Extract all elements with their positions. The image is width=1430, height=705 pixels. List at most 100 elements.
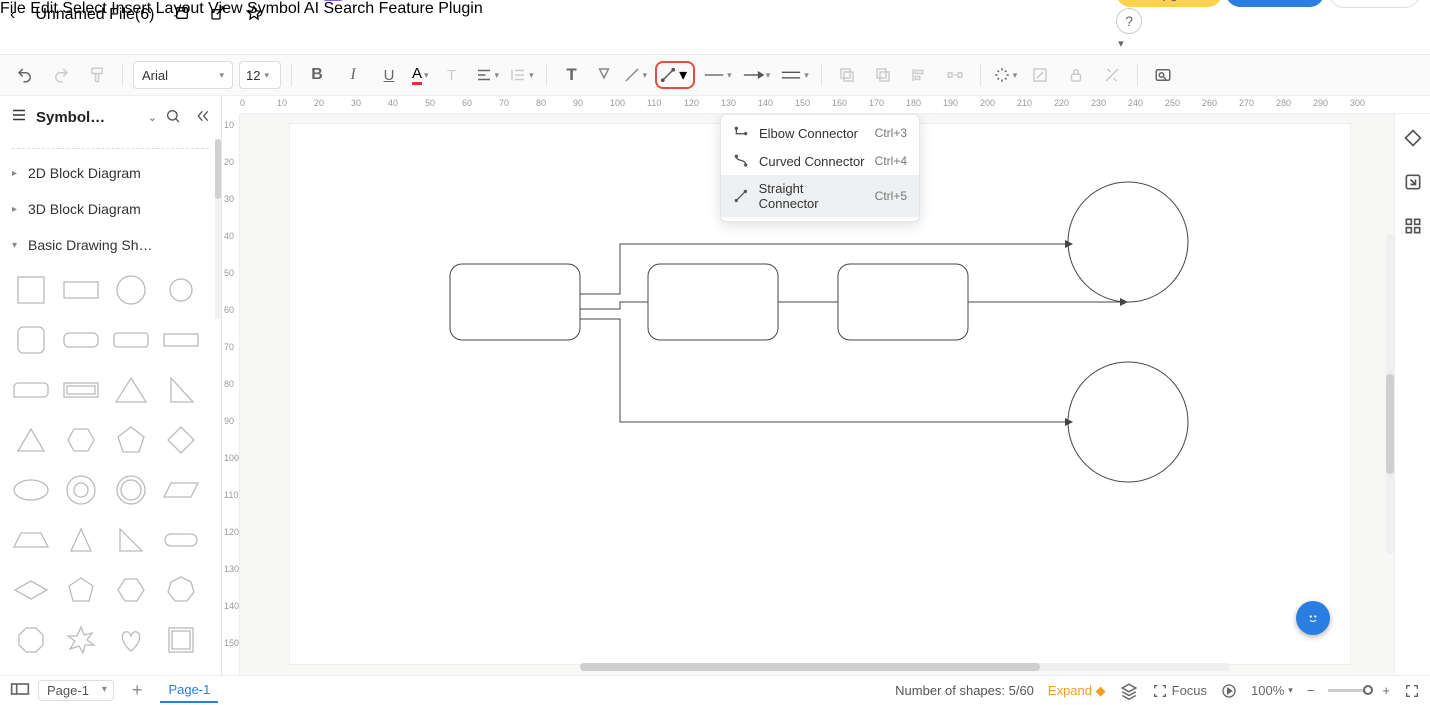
shape-hexagon[interactable] [108, 567, 154, 613]
line-jump-icon[interactable]: ▾ [778, 66, 811, 84]
align-objects-icon[interactable] [904, 60, 934, 90]
underline-icon[interactable]: U [374, 60, 404, 90]
shape-triangle-narrow[interactable] [58, 517, 104, 563]
bring-forward-icon[interactable] [832, 60, 862, 90]
shape-round-tab[interactable] [8, 367, 54, 413]
shape-heptagon[interactable] [158, 567, 204, 613]
zoom-slider[interactable] [1328, 689, 1368, 692]
shape-circle[interactable] [108, 267, 154, 313]
shape-triangle-2[interactable] [8, 417, 54, 463]
shape-double-rect[interactable] [58, 367, 104, 413]
library-icon[interactable] [10, 106, 28, 129]
font-color-icon[interactable]: A▾ [410, 65, 431, 85]
menu-item-straight-connector[interactable]: Straight Connector Ctrl+5 [721, 175, 919, 217]
font-size-select[interactable]: 12 ▾ [239, 61, 281, 89]
fullscreen-icon[interactable] [1404, 683, 1420, 699]
shape-rounded-rect-2[interactable] [108, 317, 154, 363]
canvas[interactable]: Elbow Connector Ctrl+3 Curved Connector … [240, 114, 1430, 675]
category-2d-block[interactable]: ▸2D Block Diagram [6, 155, 215, 191]
shape-pentagon-2[interactable] [58, 567, 104, 613]
shape-right-triangle-tall[interactable] [158, 367, 204, 413]
page-select[interactable]: Page-1 [38, 680, 114, 701]
italic-icon[interactable]: I [338, 60, 368, 90]
shape-diamond-wide[interactable] [8, 567, 54, 613]
presentation-icon[interactable] [1221, 683, 1237, 699]
menu-item-curved-connector[interactable]: Curved Connector Ctrl+4 [721, 147, 919, 175]
shape-circle-small[interactable] [158, 267, 204, 313]
zoom-in-button[interactable]: + [1382, 683, 1390, 698]
canvas-horizontal-scrollbar[interactable] [580, 663, 1230, 671]
shape-stadium[interactable] [158, 517, 204, 563]
lock-icon[interactable] [1061, 60, 1091, 90]
shape-octagon[interactable] [8, 617, 54, 663]
file-title[interactable]: Unnamed File(6) [35, 6, 154, 24]
add-page-button[interactable]: + [122, 680, 153, 701]
shape-rounded-square[interactable] [8, 317, 54, 363]
text-style-icon[interactable]: T [437, 60, 467, 90]
collapse-sidebar-icon[interactable] [195, 108, 211, 128]
line-style-icon[interactable]: ▾ [701, 66, 734, 84]
pages-panel-icon[interactable] [10, 681, 30, 700]
shape-trapezoid[interactable] [8, 517, 54, 563]
canvas-vertical-scrollbar[interactable] [1386, 234, 1394, 554]
text-tool-icon[interactable]: T [557, 60, 587, 90]
export-icon[interactable] [210, 5, 226, 26]
star-icon[interactable] [246, 5, 262, 26]
menu-item-elbow-connector[interactable]: Elbow Connector Ctrl+3 [721, 119, 919, 147]
send-backward-icon[interactable] [868, 60, 898, 90]
expand-link[interactable]: Expand ◆ [1048, 683, 1106, 699]
shape-ellipse[interactable] [8, 467, 54, 513]
publish-button[interactable]: Publish [1226, 0, 1324, 7]
undo-icon[interactable] [10, 60, 40, 90]
shape-square[interactable] [8, 267, 54, 313]
shape-hexagon-round[interactable] [58, 417, 104, 463]
shape-pentagon[interactable] [108, 417, 154, 463]
focus-button[interactable]: Focus [1152, 683, 1207, 699]
shape-parallelogram[interactable] [158, 467, 204, 513]
line-color-icon[interactable]: ▾ [621, 66, 650, 84]
shape-triangle[interactable] [108, 367, 154, 413]
shape-rounded-rect[interactable] [58, 317, 104, 363]
shape-rectangle[interactable] [58, 267, 104, 313]
redo-icon[interactable] [46, 60, 76, 90]
export-panel-icon[interactable] [1403, 172, 1423, 192]
share-button[interactable]: Share [1329, 0, 1420, 8]
apps-icon[interactable] [1403, 216, 1423, 236]
search-icon[interactable] [165, 108, 181, 128]
align-icon[interactable]: ▾ [473, 66, 502, 84]
line-spacing-icon[interactable]: ▾ [507, 66, 536, 84]
account-caret-icon[interactable]: ▾ [1118, 38, 1124, 50]
help-icon[interactable]: ? [1116, 8, 1142, 34]
arrow-style-icon[interactable]: ▾ [740, 66, 773, 84]
menu-ai[interactable]: AI hot [304, 0, 324, 17]
edit-shape-icon[interactable] [1025, 60, 1055, 90]
format-painter-icon[interactable] [82, 60, 112, 90]
save-icon[interactable] [174, 5, 190, 26]
ai-assistant-bubble[interactable] [1296, 601, 1330, 635]
shape-diamond[interactable] [158, 417, 204, 463]
connector-type-button[interactable]: ▾ [655, 61, 695, 89]
theme-icon[interactable] [1403, 128, 1423, 148]
zoom-label[interactable]: 100% ▾ [1251, 683, 1293, 698]
shape-frame[interactable] [158, 617, 204, 663]
category-3d-block[interactable]: ▸3D Block Diagram [6, 191, 215, 227]
shape-rect-flat[interactable] [158, 317, 204, 363]
fill-icon[interactable] [593, 66, 615, 84]
shape-right-triangle[interactable] [108, 517, 154, 563]
shape-heart[interactable] [108, 617, 154, 663]
layers-icon[interactable] [1120, 682, 1138, 700]
shape-donut[interactable] [58, 467, 104, 513]
sidebar-scrollbar[interactable] [215, 139, 221, 319]
distribute-icon[interactable] [940, 60, 970, 90]
zoom-out-button[interactable]: − [1307, 683, 1315, 698]
page-tab-1[interactable]: Page-1 [160, 678, 218, 703]
back-icon[interactable]: ‹ [10, 6, 15, 24]
shape-star-burst[interactable] [58, 617, 104, 663]
font-select[interactable]: Arial ▾ [133, 61, 233, 89]
sidebar-dropdown-icon[interactable]: ⌄ [148, 111, 157, 124]
shape-double-circle[interactable] [108, 467, 154, 513]
find-replace-icon[interactable] [1148, 60, 1178, 90]
tools-icon[interactable] [1097, 60, 1127, 90]
category-basic-shapes[interactable]: ▾Basic Drawing Sh… [6, 227, 215, 263]
beautify-icon[interactable]: ▾ [991, 66, 1020, 84]
